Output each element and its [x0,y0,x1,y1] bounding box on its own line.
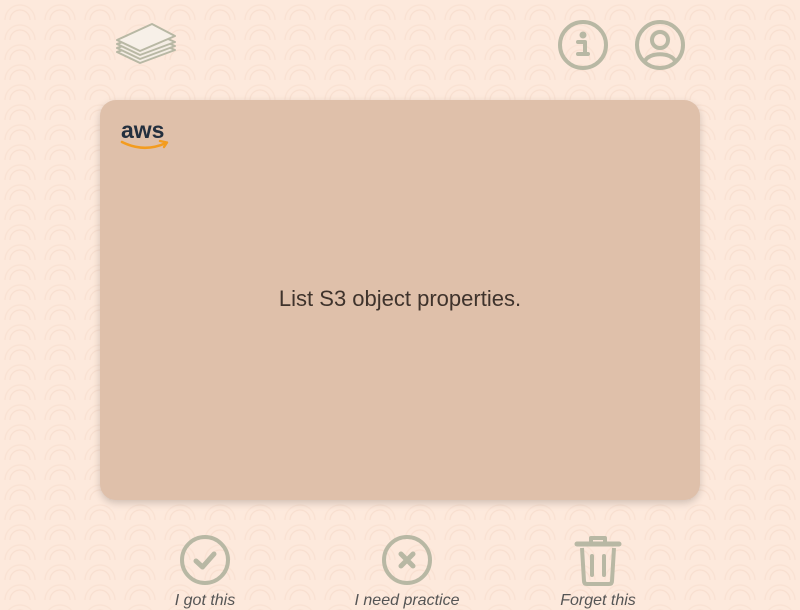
forget-label: Forget this [560,592,636,609]
user-profile-icon[interactable] [634,19,686,71]
need-practice-label: I need practice [354,592,460,609]
x-circle-icon [382,535,432,585]
aws-logo: aws [120,116,170,152]
card-stack-icon[interactable] [114,20,178,70]
trash-icon [574,536,622,586]
forget-button[interactable]: Forget this [518,534,678,610]
info-icon[interactable] [557,19,609,71]
got-it-button[interactable]: I got this [125,534,285,610]
card-prompt-text: List S3 object properties. [278,286,522,311]
got-it-label: I got this [174,592,236,609]
flashcard[interactable]: aws List S3 object properties. [100,100,700,500]
check-circle-icon [180,535,230,585]
need-practice-button[interactable]: I need practice [327,534,487,610]
aws-logo-text: aws [121,117,164,143]
